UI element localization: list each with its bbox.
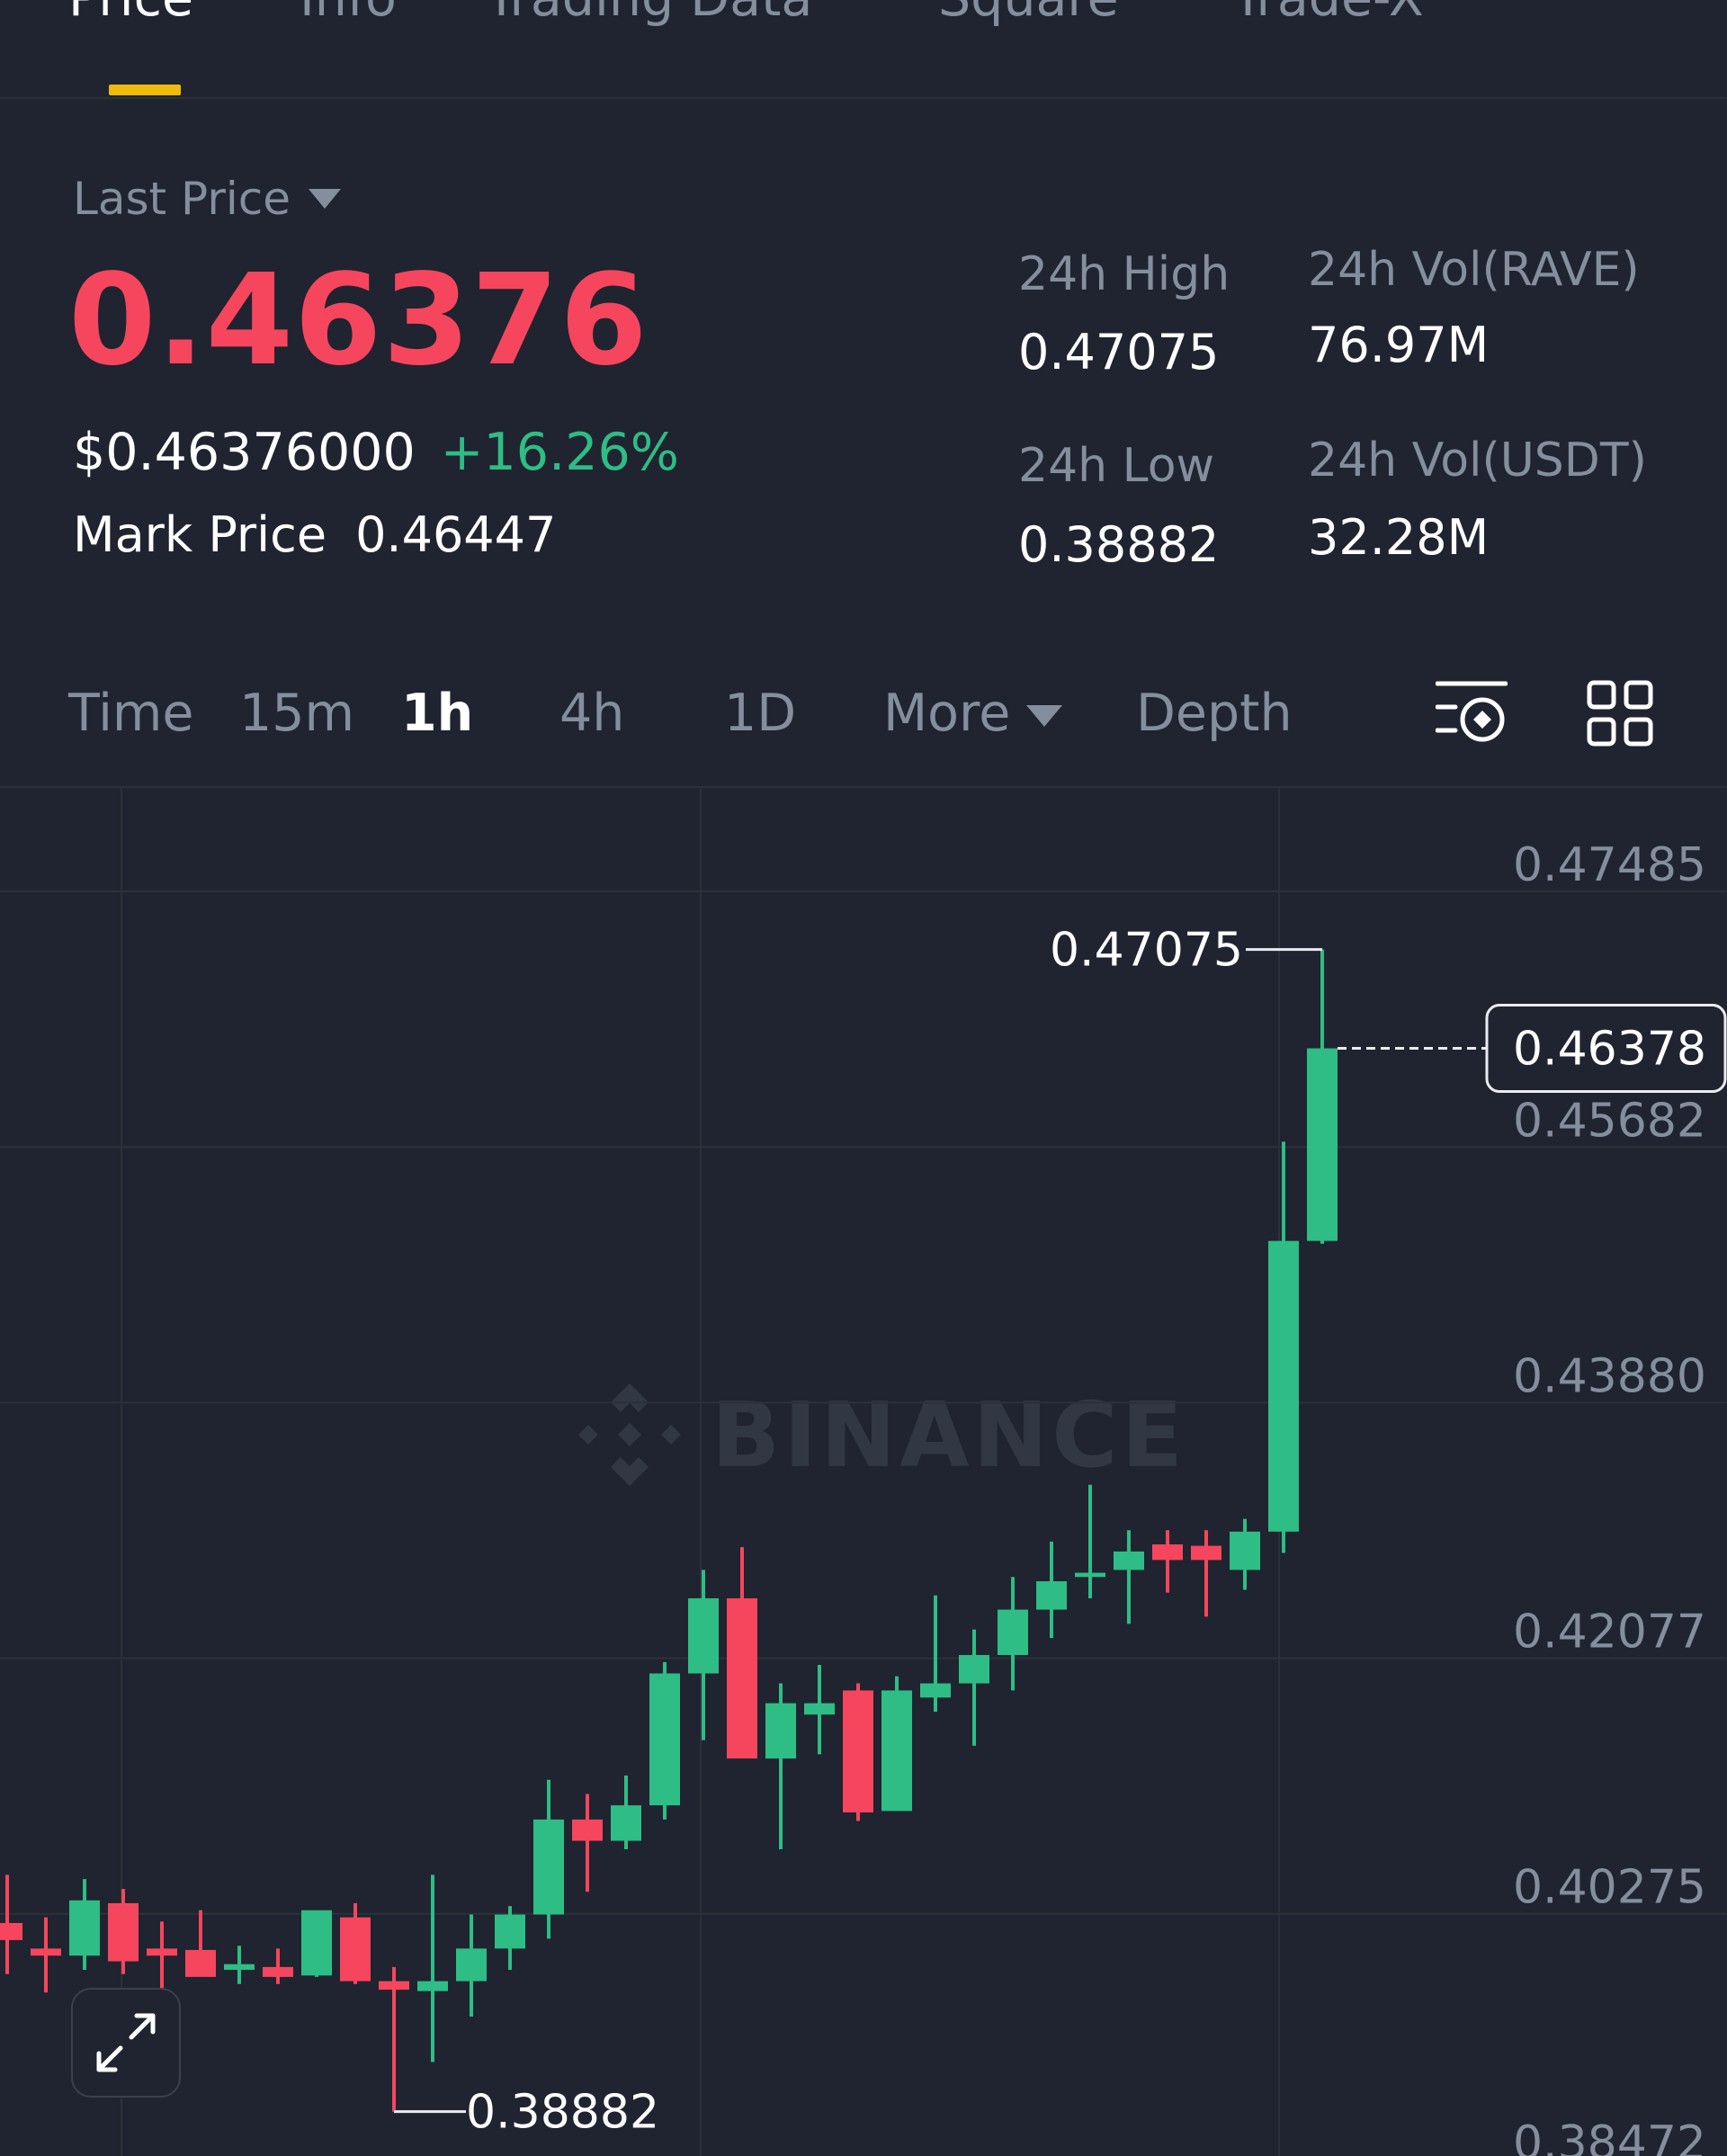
candle-body [417, 1981, 448, 1991]
y-axis-tick-label: 0.42077 [1513, 1606, 1706, 1659]
candle-body [108, 1902, 139, 1962]
candle-body [881, 1690, 912, 1812]
price-change-percent: +16.26% [440, 423, 679, 482]
interval-more-label: More [883, 684, 1011, 743]
chevron-down-icon [309, 189, 342, 209]
candle-body [31, 1948, 61, 1956]
last-price-value: 0.46376 [68, 247, 649, 394]
candle-body [147, 1948, 177, 1956]
candle-body [224, 1964, 255, 1971]
usd-price-row: $0.46376000 +16.26% [73, 423, 679, 482]
candle-body [920, 1683, 951, 1698]
expand-icon [96, 2013, 156, 2072]
high-value: 0.47075 [1018, 324, 1220, 380]
grid-layout-icon[interactable] [1587, 680, 1653, 747]
last-price-selector[interactable]: Last Price [73, 173, 342, 225]
tab-trading-data[interactable]: Trading Data [486, 0, 812, 28]
high-label: 24h High [1018, 247, 1230, 301]
candle-body [533, 1819, 564, 1915]
chart-settings-icon[interactable] [1435, 680, 1508, 745]
candle-body [1230, 1531, 1260, 1570]
high-marker-label: 0.47075 [1050, 924, 1243, 978]
candle-body [572, 1819, 603, 1841]
y-axis-tick-label: 0.47485 [1513, 838, 1706, 892]
usd-price: $0.46376000 [73, 423, 416, 482]
y-axis-tick-label: 0.43880 [1513, 1349, 1706, 1403]
interval-15m[interactable]: 15m [239, 684, 354, 743]
candle-body [843, 1690, 873, 1813]
candle-body [69, 1900, 100, 1956]
candle-body [1114, 1551, 1144, 1570]
interval-1d[interactable]: 1D [724, 684, 796, 743]
candle-body [1075, 1572, 1105, 1578]
vol-base-label: 24h Vol(RAVE) [1308, 243, 1640, 297]
candle-body [1307, 1048, 1338, 1241]
candle-body [379, 1981, 409, 1990]
candlestick-chart[interactable]: 0.47485 0.45682 0.43880 0.42077 0.40275 0.384… [0, 788, 1727, 2156]
candle-body [340, 1917, 371, 1982]
y-axis-tick-label: 0.38472 [1513, 2116, 1706, 2156]
vol-quote-value: 32.28M [1308, 509, 1490, 566]
y-axis-tick-label: 0.40275 [1513, 1861, 1706, 1915]
candle-body [1152, 1544, 1183, 1561]
candle-body [1191, 1545, 1221, 1561]
candle-body [0, 1922, 22, 1940]
candle-body [765, 1703, 796, 1759]
interval-more[interactable]: More [883, 684, 1063, 743]
candle-body [804, 1703, 835, 1715]
candle-body [998, 1609, 1028, 1656]
low-marker-label: 0.38882 [466, 2086, 659, 2140]
vol-quote-label: 24h Vol(USDT) [1308, 434, 1647, 488]
candle-body [456, 1948, 487, 1982]
mark-price-label: Mark Price [73, 506, 327, 563]
interval-time[interactable]: Time [68, 684, 194, 743]
candle-body [727, 1597, 757, 1759]
tab-square[interactable]: Square [938, 0, 1119, 28]
low-value: 0.38882 [1018, 516, 1220, 573]
tab-info[interactable]: Info [300, 0, 397, 28]
tab-price[interactable]: Price [68, 0, 193, 28]
candle-body [301, 1910, 332, 1976]
vol-base-value: 76.97M [1308, 317, 1490, 373]
last-price-label: Last Price [73, 173, 291, 225]
y-axis-tick-label: 0.45682 [1513, 1094, 1706, 1148]
current-price-label: 0.46378 [1513, 1023, 1706, 1077]
mark-price-row: Mark Price 0.46447 [73, 506, 556, 563]
candle-body [959, 1655, 989, 1684]
interval-4h[interactable]: 4h [559, 684, 624, 743]
candle-body [1036, 1581, 1067, 1610]
depth-tab[interactable]: Depth [1136, 684, 1293, 743]
tab-trade-x[interactable]: Trade-X [1232, 0, 1424, 28]
candle-body [649, 1673, 680, 1806]
candle-body [688, 1597, 719, 1674]
candle-body [263, 1966, 293, 1977]
expand-chart-button[interactable] [71, 1988, 181, 2098]
candle-body [1268, 1240, 1299, 1532]
candle-body [611, 1805, 641, 1841]
chevron-down-icon [1026, 705, 1063, 728]
interval-1h[interactable]: 1h [401, 684, 473, 743]
candle-body [185, 1949, 216, 1977]
mark-price-value: 0.46447 [355, 506, 557, 563]
tab-divider [0, 97, 1727, 99]
low-label: 24h Low [1018, 439, 1215, 493]
candle-body [495, 1914, 525, 1949]
active-tab-indicator [109, 85, 181, 95]
